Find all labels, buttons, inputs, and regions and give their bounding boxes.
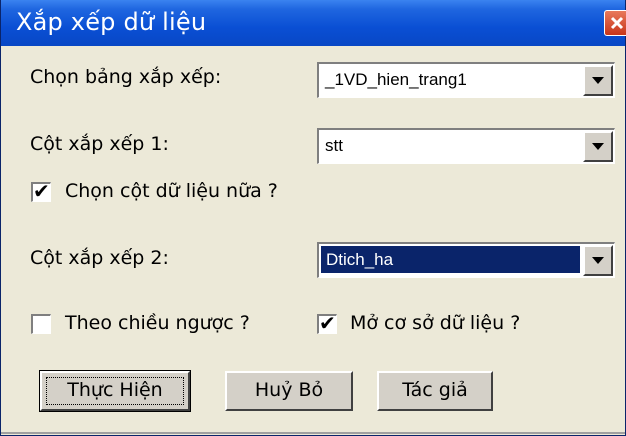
sort-data-dialog: Xắp xếp dữ liệu Chọn bảng xắp xếp: _1VD_… <box>0 0 626 436</box>
reverse-order-label: Theo chiều ngược ? <box>65 312 250 334</box>
sort-column-1-value: stt <box>325 136 343 155</box>
close-button[interactable] <box>604 10 626 36</box>
reverse-order-checkbox[interactable] <box>31 314 51 334</box>
cancel-button[interactable]: Huỷ Bỏ <box>225 371 353 411</box>
open-database-label: Mở cơ sở dữ liệu ? <box>350 312 521 334</box>
more-columns-checkbox[interactable]: ✔ <box>31 179 51 203</box>
chevron-down-icon[interactable] <box>583 131 613 162</box>
checkmark-icon: ✔ <box>33 179 50 203</box>
author-button-label: Tác giả <box>402 379 468 401</box>
window-title: Xắp xếp dữ liệu <box>16 8 207 36</box>
chevron-down-icon[interactable] <box>583 245 613 276</box>
checkmark-icon: ✔ <box>319 311 336 335</box>
focus-rectangle <box>46 377 184 405</box>
table-select[interactable]: _1VD_hien_trang1 <box>317 62 615 98</box>
sort-column-1-label: Cột xắp xếp 1: <box>30 133 169 155</box>
more-columns-label: Chọn cột dữ liệu nữa ? <box>65 180 278 202</box>
title-bar[interactable]: Xắp xếp dữ liệu <box>1 0 626 46</box>
sort-column-2-select[interactable]: Dtich_ha <box>317 242 615 278</box>
cancel-button-label: Huỷ Bỏ <box>254 379 324 401</box>
sort-column-1-select[interactable]: stt <box>317 128 615 164</box>
sort-column-2-label: Cột xắp xếp 2: <box>30 247 169 269</box>
table-select-label: Chọn bảng xắp xếp: <box>30 66 222 88</box>
sort-column-2-value: Dtich_ha <box>321 246 580 273</box>
author-button[interactable]: Tác giả <box>377 371 493 411</box>
execute-button[interactable]: Thực Hiện <box>39 370 191 412</box>
open-database-checkbox[interactable]: ✔ <box>317 311 337 335</box>
chevron-down-icon[interactable] <box>583 65 613 96</box>
window-bottom-edge <box>1 432 625 434</box>
table-select-value: _1VD_hien_trang1 <box>325 70 467 89</box>
close-icon <box>610 16 624 30</box>
